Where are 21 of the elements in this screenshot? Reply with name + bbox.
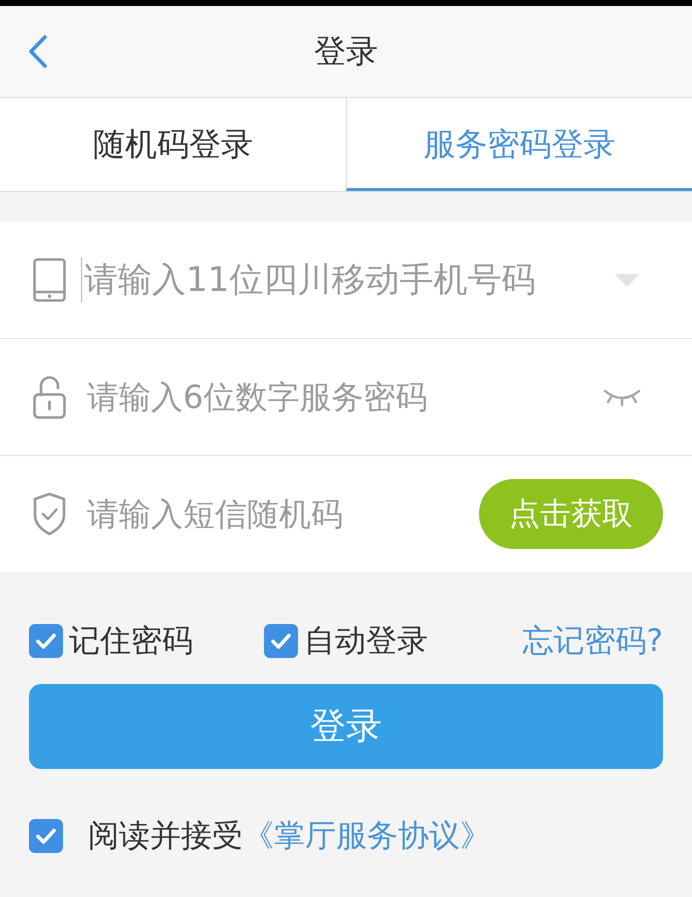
checkbox-label[interactable]: 记住密码 (69, 620, 193, 662)
checkbox[interactable] (29, 624, 63, 658)
get-code-button[interactable]: 点击获取 (479, 479, 663, 549)
login-button[interactable]: 登录 (29, 684, 663, 769)
sms-code-input[interactable]: 请输入短信随机码 (81, 491, 479, 537)
lock-icon (33, 375, 66, 419)
forgot-password-link[interactable]: 忘记密码? (522, 620, 663, 662)
checkbox[interactable] (264, 624, 298, 658)
checkbox[interactable] (29, 819, 63, 853)
phone-number-input[interactable]: 请输入11位四川移动手机号码 (81, 257, 615, 303)
back-chevron-icon (28, 35, 48, 68)
login-mode-tab[interactable]: 服务密码登录 (346, 98, 692, 191)
agreement-text: 阅读并接受《掌厅服务协议》 (88, 817, 491, 856)
agreement-link[interactable]: 《掌厅服务协议》 (243, 818, 491, 854)
phone-icon (33, 258, 66, 302)
shield-check-icon (33, 492, 66, 536)
back-button[interactable] (26, 34, 50, 68)
closed-eye-icon[interactable] (603, 387, 641, 407)
password-input[interactable]: 请输入6位数字服务密码 (81, 374, 603, 420)
checkbox-label[interactable]: 自动登录 (304, 620, 428, 662)
page-title: 登录 (314, 30, 378, 72)
